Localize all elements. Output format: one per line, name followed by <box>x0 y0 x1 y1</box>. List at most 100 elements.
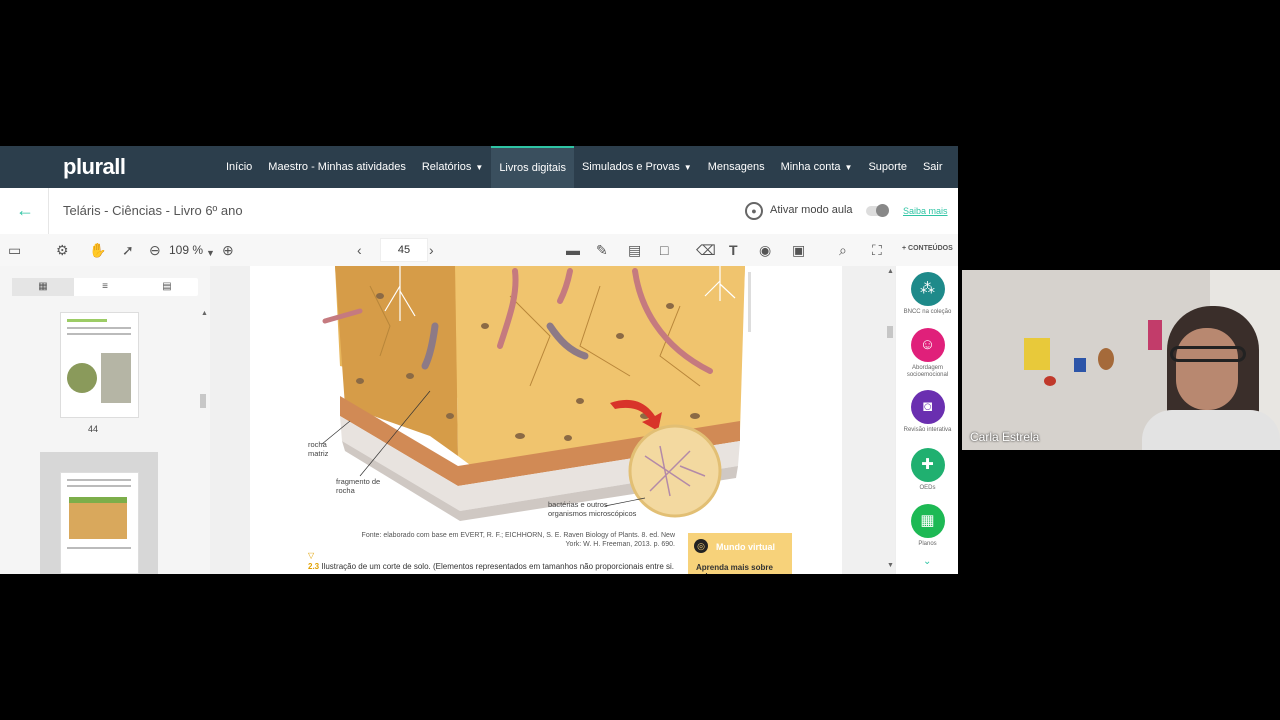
selected-thumbnail-frame[interactable] <box>40 452 158 574</box>
tab-thumbnails[interactable]: ▦ <box>12 278 74 296</box>
reader-toolbar: ▭ ⚙ ✋ ➚ ⊖ 109 % ▼ ⊕ ‹ 45 › ▬ ✎ ▤ □ ⌫ T ◉… <box>0 234 958 267</box>
caption-text: Ilustração de um corte de solo. (Element… <box>321 562 674 571</box>
scroll-down-icon[interactable]: ▼ <box>887 562 894 569</box>
viewer-scrollbar[interactable]: ▲ ▼ <box>886 266 895 574</box>
mundo-virtual-box[interactable]: ◎ Mundo virtual Aprenda mais sobre solos <box>688 533 792 574</box>
divider <box>48 188 49 234</box>
nav-item[interactable]: Suporte <box>860 146 915 188</box>
caret-down-icon: ▼ <box>683 162 692 172</box>
nav-item[interactable]: Relatórios ▼ <box>414 146 491 188</box>
thumbnail-sidebar: ▦ ≡ ▤ ▲ 44 ☻ <box>0 266 211 574</box>
content-shortcut[interactable]: ☺ Abordagem socioemocional <box>896 328 958 379</box>
book-title: Teláris - Ciências - Livro 6º ano <box>63 203 243 218</box>
page-thumbnail[interactable] <box>60 312 139 418</box>
sidebar-scroll-up-icon[interactable]: ▲ <box>201 310 208 317</box>
page-thumbnail-label: 44 <box>88 424 99 434</box>
class-mode-label: Ativar modo aula <box>770 204 853 216</box>
caret-down-icon: ▼ <box>475 162 484 172</box>
zoom-level[interactable]: 109 % <box>169 243 203 257</box>
content-shortcut[interactable]: ◙ Revisão interativa <box>896 390 958 434</box>
puzzle-icon: ✚ <box>910 448 945 482</box>
instagram-icon: ◙ <box>910 390 945 424</box>
main-nav: Início Maestro - Minhas atividades Relatór… <box>218 146 951 188</box>
nav-item[interactable]: Maestro - Minhas atividades <box>260 146 414 188</box>
back-arrow-icon[interactable]: ← <box>16 200 34 221</box>
text-box-icon[interactable]: ▤ <box>628 242 641 258</box>
mundo-virtual-subtitle: Aprenda mais sobre solos <box>696 563 773 574</box>
nav-item-label: Maestro - Minhas atividades <box>268 161 406 173</box>
nav-item-label: Simulados e Provas <box>581 161 680 173</box>
page-viewer: rocha matriz fragmento de rocha bactéria… <box>210 266 895 574</box>
contents-label[interactable]: + CONTEÚDOS <box>902 245 953 252</box>
book-header: ← Teláris - Ciências - Livro 6º ano ● At… <box>0 188 958 235</box>
fullscreen-icon[interactable]: ⛶ <box>872 242 882 258</box>
scroll-thumb[interactable] <box>887 326 893 338</box>
plurall-logo[interactable]: plurall <box>63 154 126 180</box>
bncc-icon: ⁂ <box>910 272 945 306</box>
hand-tool-icon[interactable]: ✋ <box>89 242 106 258</box>
pointer-tool-icon[interactable]: ➚ <box>122 242 134 258</box>
sidebar-scrollbar[interactable] <box>200 394 206 408</box>
comment-icon[interactable]: ▬ <box>566 242 580 258</box>
caret-down-icon: ▼ <box>844 162 853 172</box>
nav-item-label: Mensagens <box>707 161 765 173</box>
content-shortcut-label: Revisão interativa <box>903 427 952 433</box>
nav-item[interactable]: Mensagens <box>700 146 773 188</box>
figure-source: Fonte: elaborado com base em EVERT, R. F… <box>361 532 675 548</box>
eye-icon[interactable]: ◉ <box>759 242 771 258</box>
pen-tool-icon[interactable]: ✎ <box>596 242 608 258</box>
content-shortcut-label: Abordagem socioemocional <box>906 365 949 378</box>
content-shortcut-label: Planos <box>918 541 937 547</box>
search-icon[interactable]: ⌕ <box>839 242 847 258</box>
nav-item[interactable]: Sair <box>915 146 951 188</box>
content-shortcut-label: OEDs <box>919 485 936 491</box>
learn-more-link[interactable]: Saiba mais <box>903 206 948 216</box>
label-rock-fragment: fragmento de rocha <box>336 477 381 495</box>
page-number-input[interactable]: 45 <box>380 238 428 262</box>
text-tool-icon[interactable]: T <box>729 242 738 258</box>
notes-icon[interactable]: ▣ <box>792 242 805 258</box>
tab-outline[interactable]: ≡ <box>74 278 136 296</box>
figure-caption: 2.3 Ilustração de um corte de solo. (Ele… <box>308 562 674 571</box>
zoom-in-icon[interactable]: ⊕ <box>222 242 234 258</box>
label-rock-matrix: rocha matriz <box>308 440 329 458</box>
content-shortcut[interactable]: ✚ OEDs <box>896 448 958 492</box>
nav-item-label: Livros digitais <box>499 162 566 174</box>
nav-item-label: Minha conta <box>780 161 841 173</box>
content-shortcut-label: BNCC na coleção <box>903 309 952 315</box>
top-navbar: plurall Início Maestro - Minhas atividade… <box>0 146 958 188</box>
participant-video: Carla Estrela <box>962 270 1280 450</box>
nav-item[interactable]: Início <box>218 146 260 188</box>
participant-name: Carla Estrela <box>970 430 1040 444</box>
page-thumbnail[interactable] <box>60 472 139 574</box>
sidebar-toggle-icon[interactable]: ▭ <box>8 242 21 258</box>
chevron-down-icon[interactable]: ⌄ <box>923 556 931 567</box>
shape-tool-icon[interactable]: □ <box>660 242 668 258</box>
calendar-icon: ▦ <box>910 504 945 538</box>
nav-item[interactable]: Livros digitais <box>491 146 574 188</box>
scroll-up-icon[interactable]: ▲ <box>887 268 894 275</box>
nav-item[interactable]: Simulados e Provas ▼ <box>574 146 700 188</box>
tab-annotations[interactable]: ▤ <box>136 278 198 296</box>
nav-item-label: Suporte <box>868 161 907 173</box>
target-icon: ◎ <box>694 539 708 553</box>
settings-gear-icon[interactable]: ⚙ <box>56 242 69 258</box>
mundo-virtual-title: Mundo virtual <box>716 542 775 552</box>
nav-item-label: Sair <box>922 161 943 173</box>
content-shortcut[interactable]: ⁂ BNCC na coleção <box>896 272 958 316</box>
eraser-icon[interactable]: ⌫ <box>696 242 716 258</box>
caption-marker-icon: ▽ <box>308 551 315 560</box>
prev-page-icon[interactable]: ‹ <box>357 242 362 258</box>
book-page: rocha matriz fragmento de rocha bactéria… <box>250 266 842 574</box>
zoom-out-icon[interactable]: ⊖ <box>149 242 161 258</box>
class-mode-toggle[interactable] <box>866 204 889 217</box>
nav-item[interactable]: Minha conta ▼ <box>773 146 861 188</box>
nav-item-label: Relatórios <box>421 161 472 173</box>
video-frame <box>962 270 1280 450</box>
caption-number: 2.3 <box>308 562 320 571</box>
faces-icon: ☺ <box>910 328 945 362</box>
content-shortcut[interactable]: ▦ Planos <box>896 504 958 548</box>
next-page-icon[interactable]: › <box>429 242 434 258</box>
plurall-app: plurall Início Maestro - Minhas atividade… <box>0 146 958 574</box>
zoom-dropdown-icon[interactable]: ▼ <box>206 245 215 261</box>
